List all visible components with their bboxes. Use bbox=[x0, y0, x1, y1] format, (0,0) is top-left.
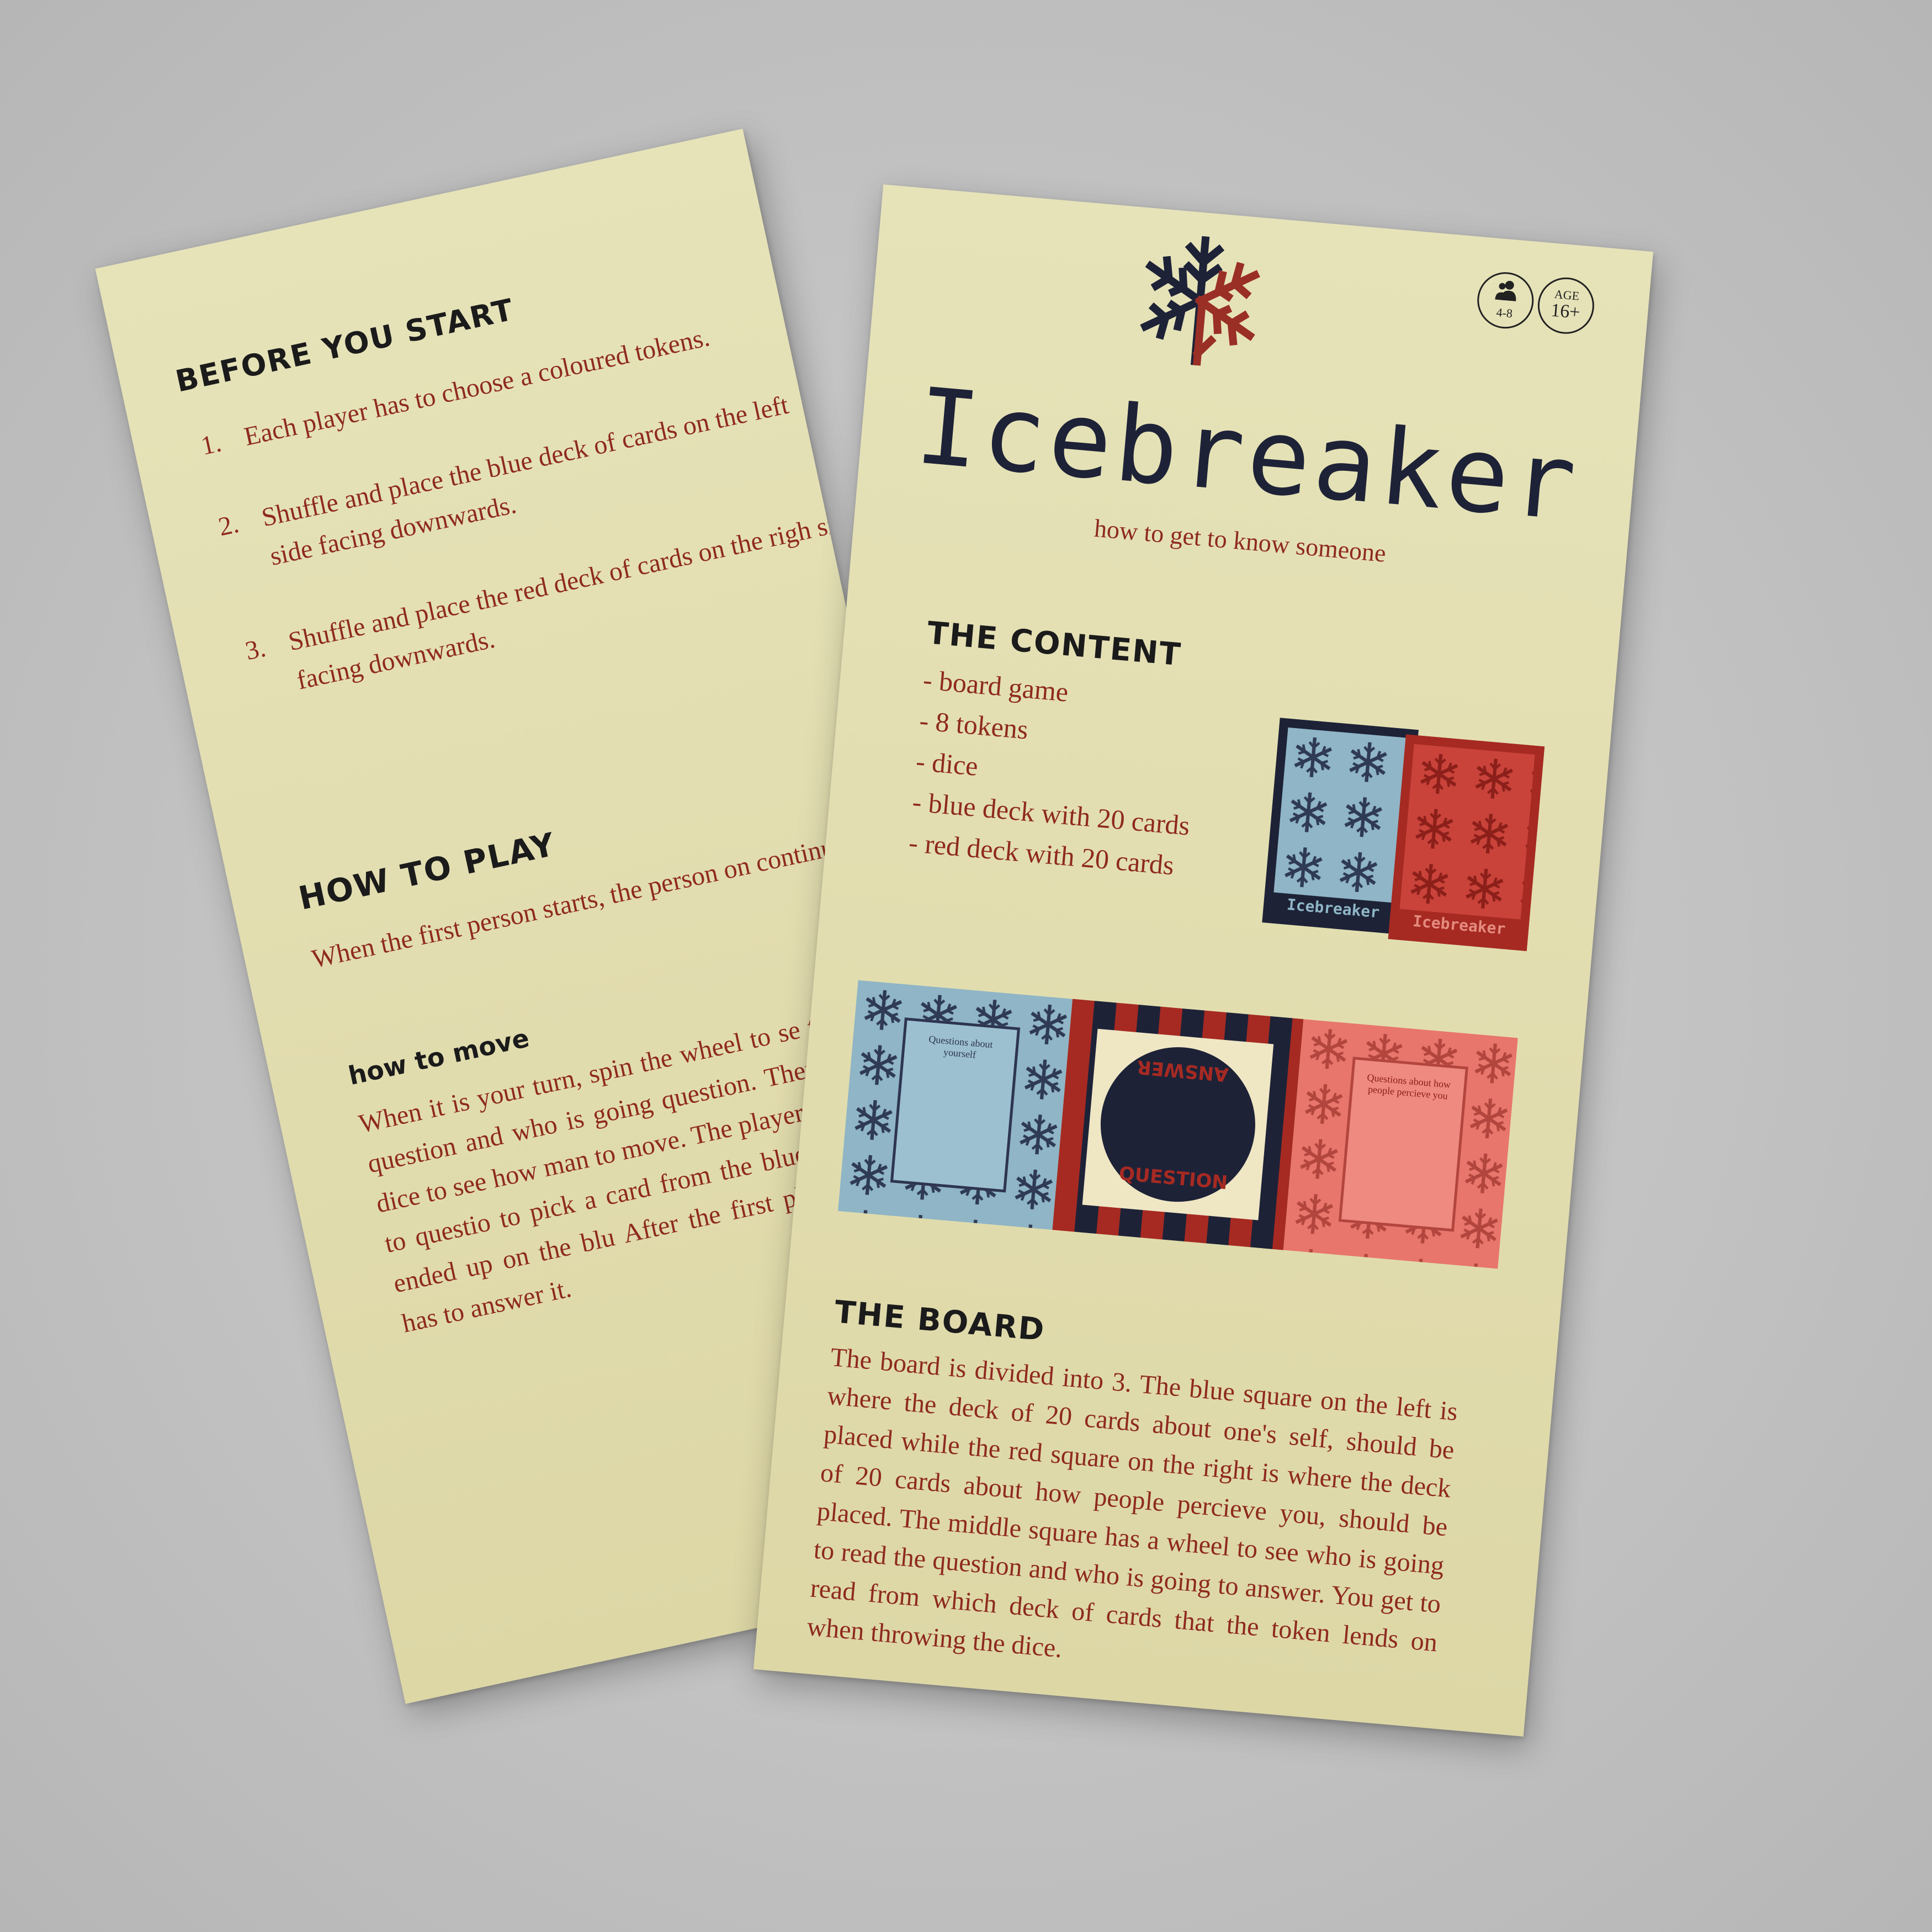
board-question-label: QUESTION bbox=[1118, 1163, 1229, 1195]
board-middle-panel: ANSWER QUESTION bbox=[1052, 999, 1304, 1250]
age-value: 16+ bbox=[1549, 300, 1581, 323]
red-deck-pattern bbox=[1399, 744, 1535, 920]
blue-deck-pattern bbox=[1273, 727, 1409, 903]
board-right-label: Questions about how people percieve you bbox=[1366, 1071, 1451, 1102]
board-image: Questions about yourself ANSWER QUESTION… bbox=[837, 980, 1518, 1269]
people-icon bbox=[1495, 280, 1516, 301]
red-deck-image: Icebreaker bbox=[1388, 734, 1545, 951]
age-badge: AGE 16+ bbox=[1535, 275, 1597, 336]
board-right-panel: Questions about how people percieve you bbox=[1283, 1019, 1518, 1269]
item-number: 2. bbox=[216, 509, 242, 542]
players-badge: 4-8 bbox=[1475, 269, 1536, 331]
how-to-play-text: When the first person starts, the person… bbox=[309, 826, 865, 974]
board-left-frame: Questions about yourself bbox=[890, 1017, 1021, 1193]
the-board-text: The board is divided into 3. The blue sq… bbox=[805, 1342, 1459, 1664]
board-left-label: Questions about yourself bbox=[928, 1033, 994, 1060]
snowflake-icon bbox=[1140, 236, 1260, 366]
players-range: 4-8 bbox=[1495, 305, 1514, 321]
content-item: - dice bbox=[915, 745, 979, 782]
item-number: 1. bbox=[198, 428, 224, 461]
rules-card-front: 4-8 AGE 16+ Icebreaker how to get to kno… bbox=[753, 184, 1653, 1737]
the-board-heading: THE BOARD bbox=[833, 1294, 1047, 1349]
board-middle-inner: ANSWER QUESTION bbox=[1082, 1028, 1274, 1220]
item-number: 3. bbox=[242, 633, 268, 666]
board-left-panel: Questions about yourself bbox=[837, 980, 1073, 1230]
board-wheel: ANSWER QUESTION bbox=[1094, 1041, 1262, 1208]
board-answer-label: ANSWER bbox=[1135, 1055, 1229, 1086]
board-right-frame: Questions about how people percieve you bbox=[1338, 1057, 1469, 1232]
